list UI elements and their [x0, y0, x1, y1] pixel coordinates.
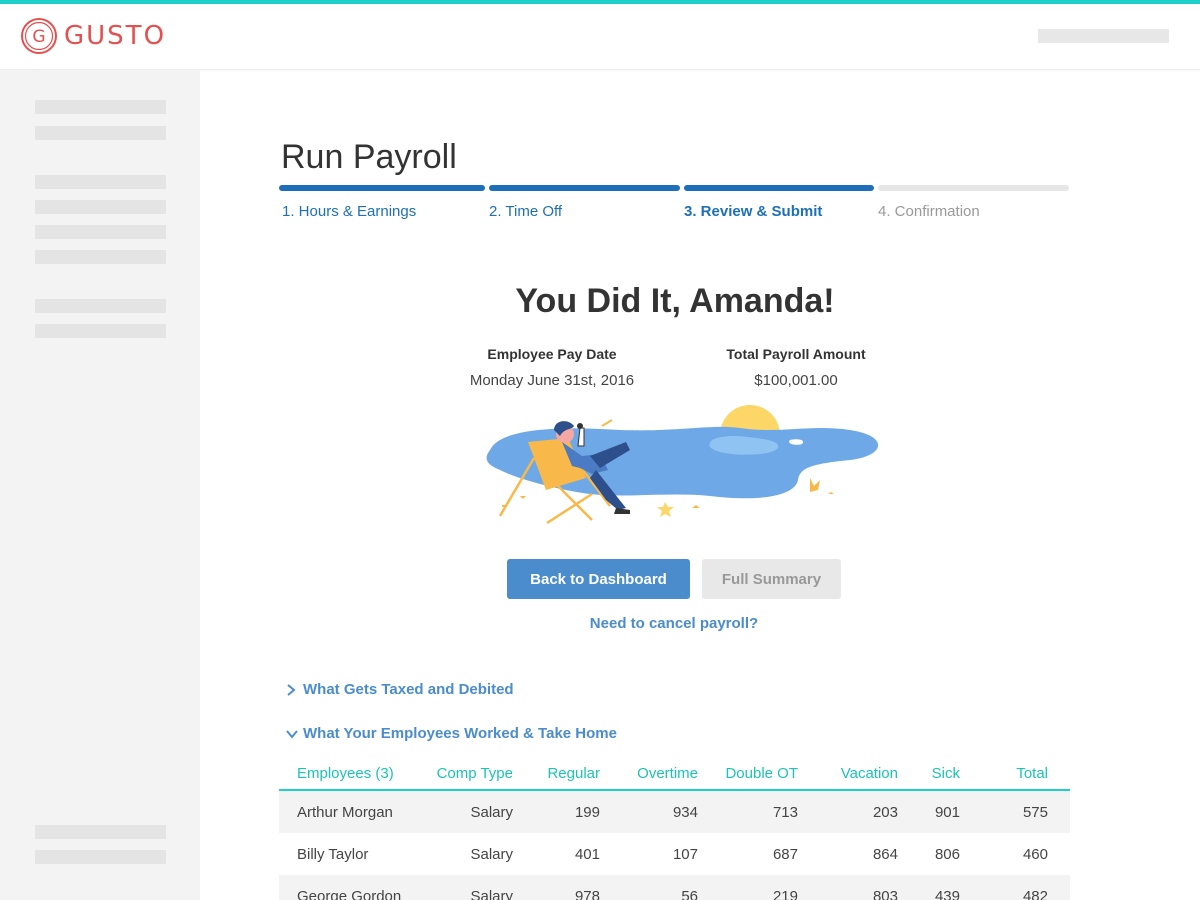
col-sick[interactable]: Sick [898, 765, 960, 782]
gusto-logo[interactable]: G GUSTO [20, 17, 166, 55]
comp-type: Salary [470, 845, 513, 863]
sick-hours: 806 [934, 845, 960, 863]
svg-text:G: G [32, 27, 45, 47]
sidebar-item[interactable] [35, 850, 166, 864]
table-row: Arthur Morgan Salary 199 934 713 203 901… [279, 791, 1070, 833]
accordion-taxed-label: What Gets Taxed and Debited [303, 681, 514, 698]
accordion-employees-label: What Your Employees Worked & Take Home [303, 725, 617, 742]
col-double-ot[interactable]: Double OT [698, 765, 798, 782]
chevron-right-icon [285, 683, 299, 697]
sidebar-item[interactable] [35, 299, 166, 313]
sidebar-item[interactable] [35, 250, 166, 264]
chevron-down-icon [285, 728, 299, 740]
beach-relax-illustration [486, 405, 879, 525]
account-menu-placeholder[interactable] [1038, 29, 1169, 43]
back-to-dashboard-button[interactable]: Back to Dashboard [507, 559, 690, 599]
comp-type: Salary [470, 887, 513, 900]
regular-hours: 401 [574, 845, 600, 863]
total-payroll-label: Total Payroll Amount [726, 346, 866, 362]
total-value: 575 [1022, 803, 1048, 821]
overtime-hours: 934 [672, 803, 698, 821]
col-overtime[interactable]: Overtime [600, 765, 698, 782]
sidebar-item[interactable] [35, 126, 166, 140]
step-bar-confirmation [878, 185, 1069, 191]
employee-name: George Gordon [297, 887, 402, 900]
main-content: Run Payroll 1. Hours & Earnings 2. Time … [200, 70, 1200, 900]
vacation-hours: 803 [872, 887, 898, 900]
table-header: Employees (3) Comp Type Regular Overtime… [279, 758, 1070, 791]
sidebar [0, 70, 200, 900]
accordion-taxed-debited[interactable]: What Gets Taxed and Debited [285, 681, 514, 698]
regular-hours: 199 [574, 803, 600, 821]
step-bar-hours [279, 185, 485, 191]
success-heading: You Did It, Amanda! [515, 282, 835, 320]
col-vacation[interactable]: Vacation [798, 765, 898, 782]
sick-hours: 901 [934, 803, 960, 821]
employee-payroll-table: Employees (3) Comp Type Regular Overtime… [279, 758, 1070, 900]
sidebar-item[interactable] [35, 825, 166, 839]
regular-hours: 978 [574, 887, 600, 900]
double-ot-hours: 219 [772, 887, 798, 900]
cancel-payroll-link[interactable]: Need to cancel payroll? [200, 615, 1148, 632]
logo-wordmark: GUSTO [64, 21, 167, 51]
step-confirmation: 4. Confirmation [878, 203, 980, 220]
table-row: Billy Taylor Salary 401 107 687 864 806 … [279, 833, 1070, 875]
pay-date-value: Monday June 31st, 2016 [469, 372, 635, 389]
total-payroll-value: $100,001.00 [754, 372, 838, 389]
page-title: Run Payroll [281, 138, 457, 176]
col-regular[interactable]: Regular [513, 765, 600, 782]
col-comp-type[interactable]: Comp Type [429, 765, 513, 782]
gusto-g-icon: G [21, 18, 57, 54]
vacation-hours: 203 [872, 803, 898, 821]
double-ot-hours: 687 [772, 845, 798, 863]
col-employees[interactable]: Employees (3) [279, 765, 429, 782]
col-total[interactable]: Total [960, 765, 1048, 782]
total-value: 460 [1022, 845, 1048, 863]
step-time-off[interactable]: 2. Time Off [489, 203, 562, 220]
double-ot-hours: 713 [772, 803, 798, 821]
overtime-hours: 56 [681, 887, 698, 900]
overtime-hours: 107 [672, 845, 698, 863]
pay-date-label: Employee Pay Date [487, 346, 617, 362]
total-value: 482 [1022, 887, 1048, 900]
employee-name: Billy Taylor [297, 845, 369, 863]
table-row: George Gordon Salary 978 56 219 803 439 … [279, 875, 1070, 900]
accordion-employees-worked[interactable]: What Your Employees Worked & Take Home [285, 725, 617, 742]
comp-type: Salary [470, 803, 513, 821]
step-review-submit[interactable]: 3. Review & Submit [684, 203, 822, 220]
sidebar-item[interactable] [35, 324, 166, 338]
step-bar-review [684, 185, 874, 191]
employee-name: Arthur Morgan [297, 803, 393, 821]
sidebar-item[interactable] [35, 200, 166, 214]
app-header: G GUSTO [0, 4, 1200, 70]
step-hours-earnings[interactable]: 1. Hours & Earnings [282, 203, 416, 220]
step-bar-time-off [489, 185, 680, 191]
sidebar-item[interactable] [35, 100, 166, 114]
sidebar-item[interactable] [35, 225, 166, 239]
full-summary-button[interactable]: Full Summary [702, 559, 841, 599]
sick-hours: 439 [934, 887, 960, 900]
sidebar-item[interactable] [35, 175, 166, 189]
pay-date-block: Employee Pay Date Monday June 31st, 2016 [442, 346, 662, 389]
total-payroll-block: Total Payroll Amount $100,001.00 [686, 346, 906, 389]
vacation-hours: 864 [872, 845, 898, 863]
